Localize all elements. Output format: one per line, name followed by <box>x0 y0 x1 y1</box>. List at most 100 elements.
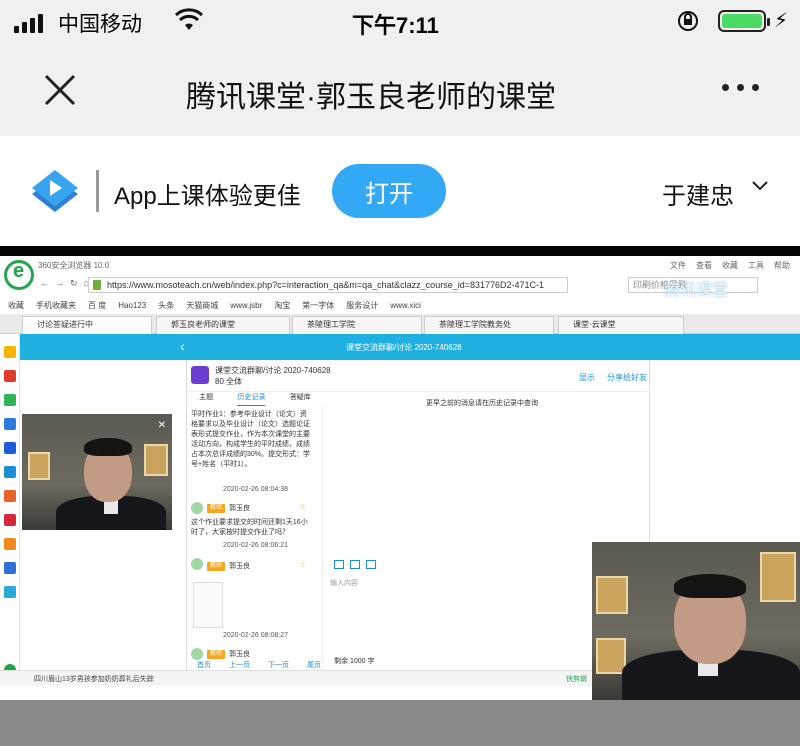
bottom-bar <box>0 700 800 746</box>
wall-frame <box>28 452 50 480</box>
file-icon[interactable] <box>350 560 360 569</box>
message-text: 这个作业要求提交的时间还剩1天16小时了，大家按时提交作业了吗？ <box>191 519 308 536</box>
wifi-icon <box>174 8 204 30</box>
carrier-name: 中国移动 <box>58 13 142 36</box>
user-name[interactable]: 于建忠 <box>662 176 734 211</box>
bookmark-item[interactable]: 服务设计 <box>346 300 378 311</box>
chevron-down-icon[interactable] <box>752 180 768 192</box>
shop-icon[interactable] <box>4 538 16 550</box>
star-icon[interactable]: ☆ <box>299 560 306 569</box>
browser-sidebar <box>0 334 20 686</box>
menu-item[interactable]: 帮助 <box>774 260 790 271</box>
avatar <box>191 648 203 660</box>
webcam-video[interactable] <box>592 542 800 700</box>
game-icon[interactable] <box>4 442 16 454</box>
refresh-icon[interactable]: ↻ <box>70 278 78 289</box>
next-page-link[interactable]: 下一页 <box>268 660 289 670</box>
bookmark-item[interactable]: 收藏 <box>8 300 24 311</box>
browser-tab[interactable]: 茶陵理工学院教务处 <box>424 316 554 334</box>
screen-share-video[interactable]: 360安全浏览器 10.0 文件 查看 收藏 工具 帮助 ← → ↻ ⌂ htt… <box>0 256 800 700</box>
browser-tab[interactable]: 郭玉良老师的课堂 <box>156 316 290 334</box>
bookmark-item[interactable]: Hao123 <box>118 301 146 310</box>
open-app-button[interactable]: 打开 <box>332 164 446 218</box>
address-bar[interactable]: https://www.mosoteach.cn/web/index.php?c… <box>88 277 568 293</box>
sender-name: 郭玉良 <box>229 505 250 512</box>
battery-icon <box>718 10 770 32</box>
bookmark-item[interactable]: 第一字体 <box>302 300 334 311</box>
browser-menu: 文件 查看 收藏 工具 帮助 <box>670 260 790 271</box>
divider <box>96 170 99 212</box>
menu-item[interactable]: 查看 <box>696 260 712 271</box>
sender-name: 郭玉良 <box>229 563 250 570</box>
status-bar: 中国移动 下午7:11 ⚡ <box>0 0 800 44</box>
back-icon[interactable]: ← <box>40 278 49 289</box>
sender-name: 郭玉良 <box>229 651 250 658</box>
star-icon[interactable] <box>4 346 16 358</box>
bookmark-item[interactable]: 手机收藏夹 <box>36 300 76 311</box>
nav-bar: 腾讯课堂·郭玉良老师的课堂 <box>0 44 800 136</box>
app-icon[interactable] <box>4 490 16 502</box>
teacher-badge: 教师 <box>207 504 225 513</box>
person-hair <box>674 574 746 598</box>
browser-tab[interactable]: 课堂·云课堂 <box>558 316 684 334</box>
menu-item[interactable]: 收藏 <box>722 260 738 271</box>
bookmark-item[interactable]: www.xici <box>390 301 421 310</box>
more-icon[interactable] <box>722 84 759 91</box>
teacher-badge: 教师 <box>207 650 225 659</box>
mail-icon[interactable] <box>4 394 16 406</box>
tab-topic[interactable]: 主题 <box>199 392 213 406</box>
browser-nav-buttons[interactable]: ← → ↻ ⌂ <box>40 278 89 289</box>
bookmark-item[interactable]: 百 度 <box>88 300 106 311</box>
bookmark-item[interactable]: 淘宝 <box>274 300 290 311</box>
tab-qa-library[interactable]: 答疑库 <box>290 392 311 406</box>
display-link[interactable]: 显示 <box>579 372 595 383</box>
message-input[interactable]: 输入内容 <box>330 578 358 588</box>
chat-tabs: 主题 历史记录 答疑库 <box>187 392 323 406</box>
pagination: 首页 上一页 下一页 尾页 <box>197 660 321 670</box>
last-page-link[interactable]: 尾页 <box>307 660 321 670</box>
url-text: https://www.mosoteach.cn/web/index.php?c… <box>107 280 545 290</box>
message-time: 2020-02-26 08:04:38 <box>223 486 288 493</box>
video-icon[interactable] <box>4 514 16 526</box>
menu-item[interactable]: 文件 <box>670 260 686 271</box>
share-link[interactable]: 分享给好友 <box>607 372 647 383</box>
attachment-icon[interactable] <box>366 560 376 569</box>
tool-icon[interactable] <box>4 562 16 574</box>
image-icon[interactable] <box>334 560 344 569</box>
message-time: 2020-02-26 08:06:21 <box>223 542 288 549</box>
bookmark-item[interactable]: 头条 <box>158 300 174 311</box>
news-ticker[interactable]: 四川眉山13岁男孩参加奶奶葬礼后失踪 <box>34 674 154 684</box>
close-icon[interactable]: ✕ <box>158 420 166 431</box>
image-thumbnail[interactable] <box>193 582 223 628</box>
pay-icon[interactable] <box>4 586 16 598</box>
person-hair <box>84 438 132 456</box>
menu-item[interactable]: 工具 <box>748 260 764 271</box>
browser-tab[interactable]: 茶陵理工学院 <box>292 316 422 334</box>
news-icon[interactable] <box>4 466 16 478</box>
tencent-classroom-logo-icon <box>32 170 78 212</box>
bookmark-item[interactable]: 天猫商城 <box>186 300 218 311</box>
first-page-link[interactable]: 首页 <box>197 660 211 670</box>
tab-history[interactable]: 历史记录 <box>237 392 266 406</box>
wall-frame <box>596 638 626 674</box>
browser-tab[interactable]: 讨论答疑进行中 <box>22 316 152 334</box>
message-list: 平时作业1：参考毕业设计（论文）资格要求以及毕业设计（论文）选题论证表形式提交作… <box>187 406 323 670</box>
prev-page-link[interactable]: 上一页 <box>229 660 250 670</box>
bookmark-item[interactable]: www.jsbr <box>230 301 262 310</box>
star-icon[interactable]: ☆ <box>299 502 306 511</box>
signal-icon <box>14 14 43 33</box>
watermark: 腾讯课堂 <box>664 282 729 299</box>
clock: 下午7:11 <box>352 13 439 38</box>
chat-icon[interactable] <box>4 418 16 430</box>
weibo-icon[interactable] <box>4 370 16 382</box>
message-text: 平时作业1：参考毕业设计（论文）资格要求以及毕业设计（论文）选题论证表形式提交作… <box>191 411 311 468</box>
quick-edit-link[interactable]: 快剪辑 <box>566 674 587 684</box>
header-title: 课堂交流群聊/讨论 2020-740628 <box>346 343 462 352</box>
browser-logo-icon <box>4 260 34 290</box>
back-arrow-icon[interactable]: ‹ <box>180 338 185 354</box>
webcam-preview-small[interactable]: ✕ <box>22 414 172 530</box>
room-header: 课堂交流群聊/讨论 2020-740628 80 全体 显示 分享给好友 <box>187 360 651 392</box>
close-icon[interactable] <box>40 70 80 110</box>
forward-icon[interactable]: → <box>55 278 64 289</box>
history-hint: 更早之前的消息请在历史记录中查询 <box>426 400 538 407</box>
